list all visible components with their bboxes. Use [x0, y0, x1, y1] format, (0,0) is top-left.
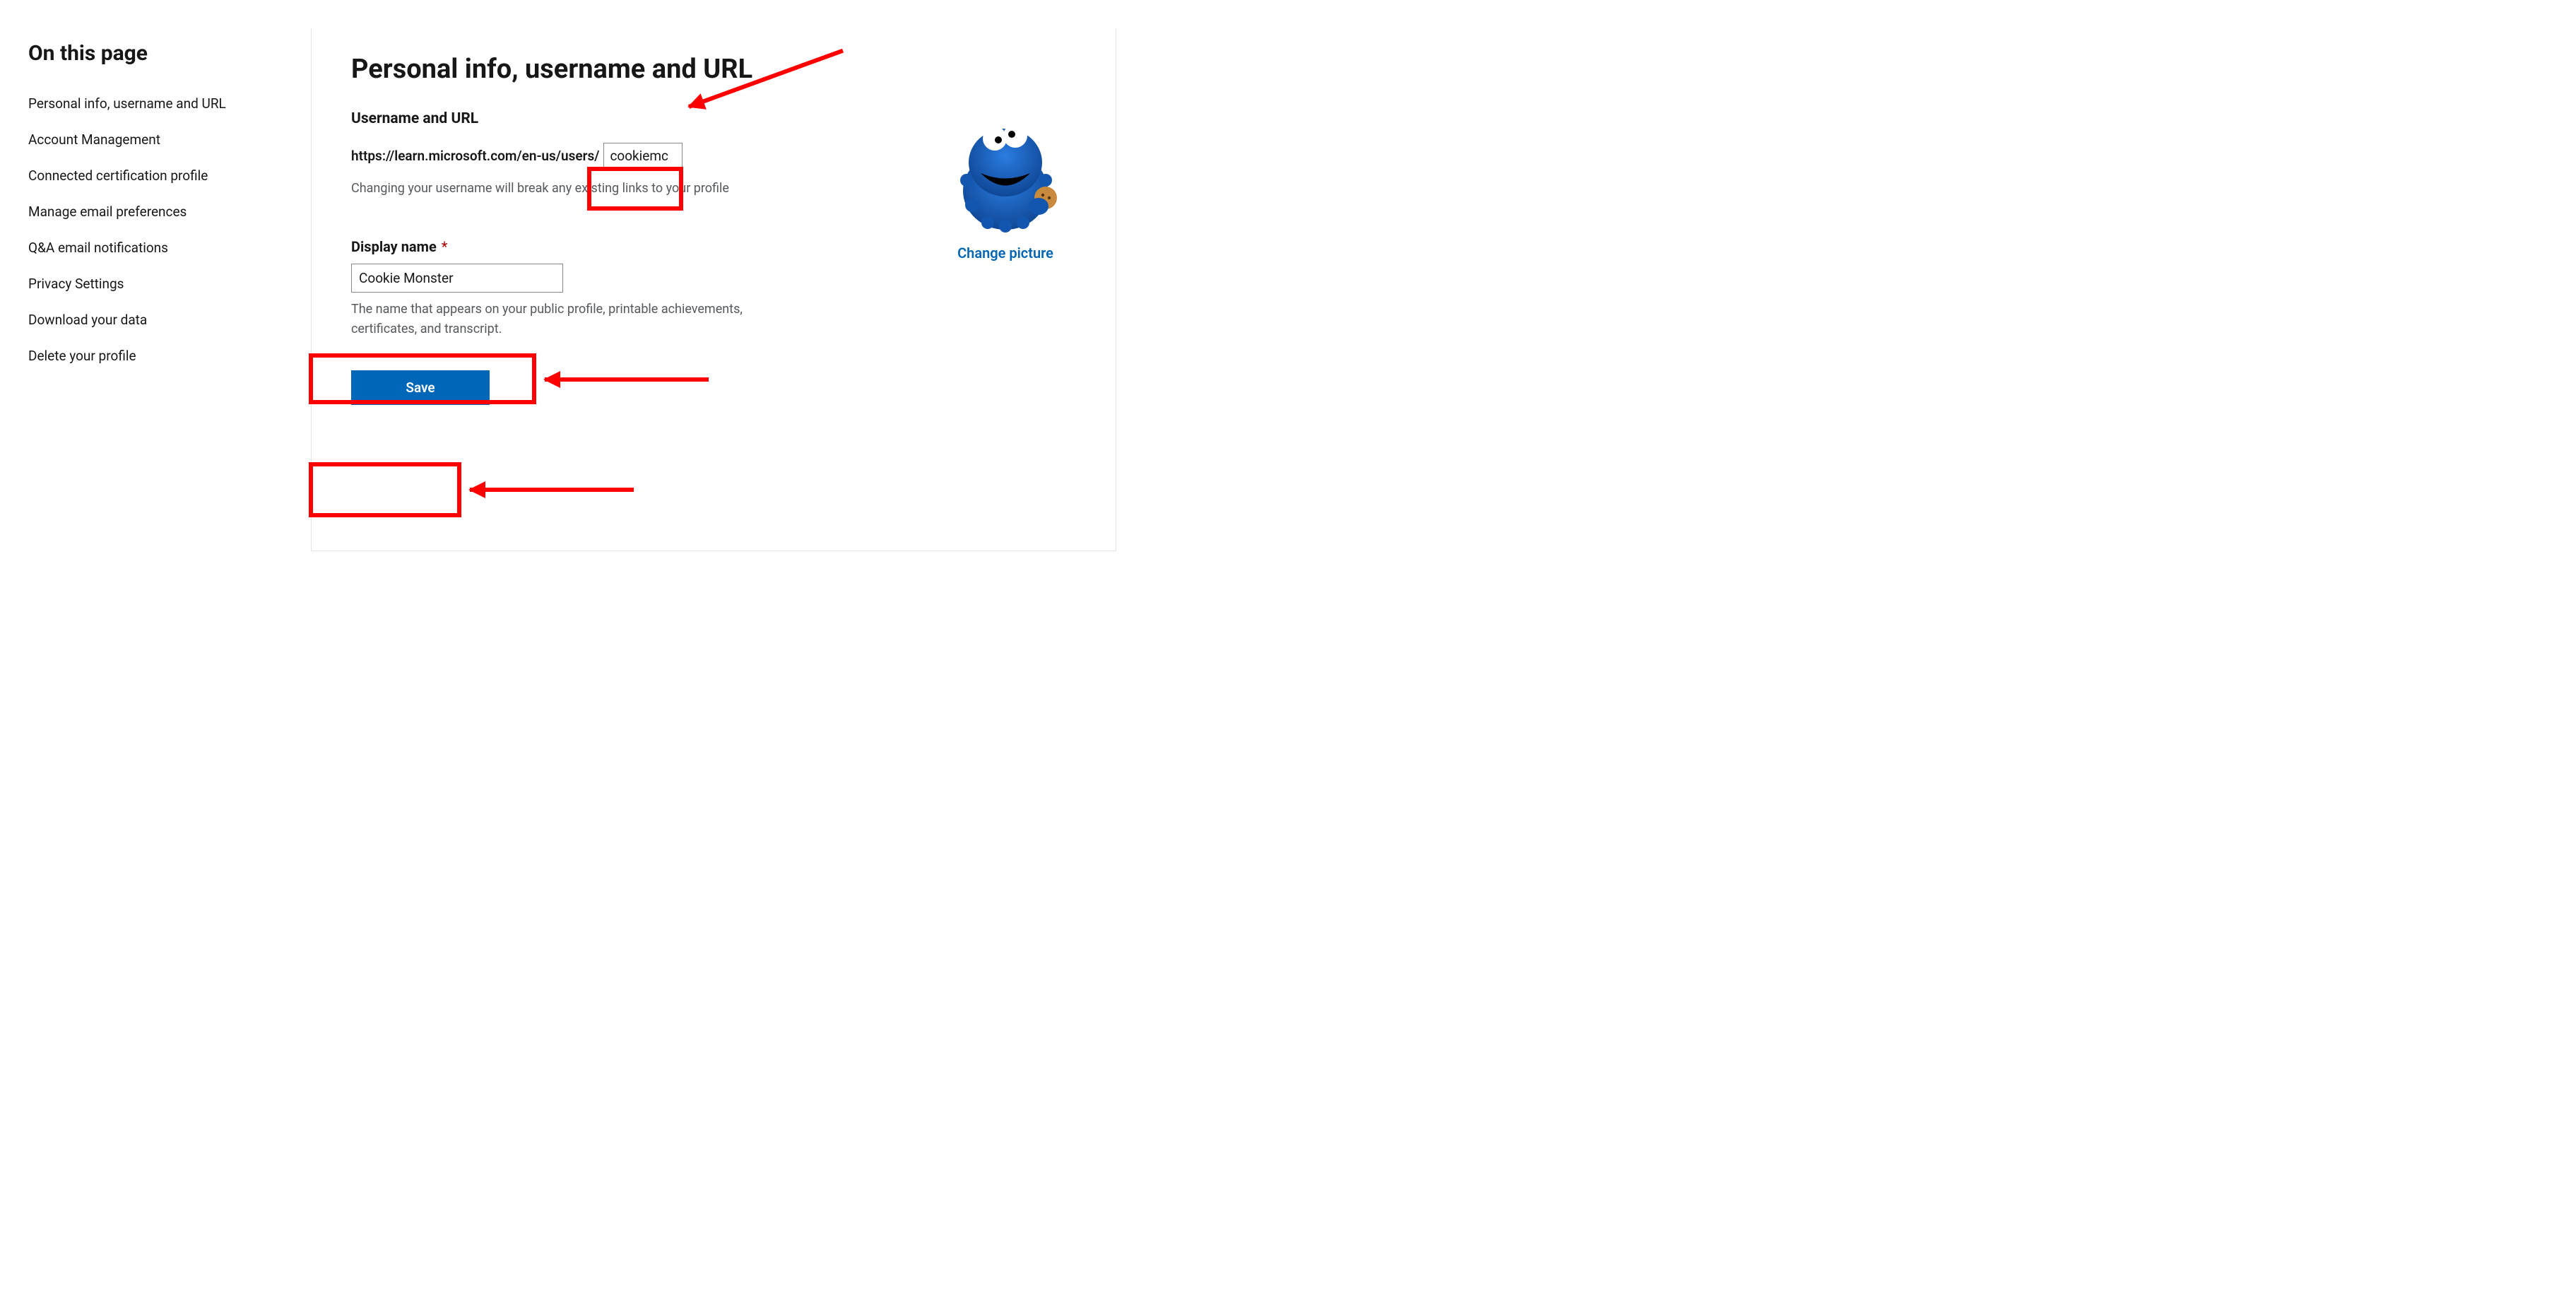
username-hint: Changing your username will break any ex… [351, 179, 747, 199]
annotation-arrow-save [470, 488, 634, 492]
sidebar-item-email-preferences[interactable]: Manage email preferences [28, 194, 283, 230]
change-picture-link[interactable]: Change picture [957, 245, 1053, 261]
username-input[interactable] [603, 143, 683, 169]
save-button[interactable]: Save [351, 370, 490, 405]
sidebar-item-personal-info[interactable]: Personal info, username and URL [28, 86, 283, 122]
display-name-input[interactable] [351, 264, 563, 293]
required-asterisk: * [442, 238, 448, 255]
annotation-box-save [309, 462, 461, 517]
sidebar-item-privacy-settings[interactable]: Privacy Settings [28, 266, 283, 302]
sidebar-heading: On this page [28, 41, 283, 66]
on-this-page-nav: On this page Personal info, username and… [28, 28, 283, 374]
display-name-hint: The name that appears on your public pro… [351, 300, 747, 339]
sidebar-item-delete-profile[interactable]: Delete your profile [28, 338, 283, 374]
sidebar-item-connected-certification[interactable]: Connected certification profile [28, 158, 283, 194]
display-name-label: Display name * [351, 238, 885, 255]
profile-url-prefix: https://learn.microsoft.com/en-us/users/ [351, 148, 599, 164]
settings-panel: Personal info, username and URL Username… [311, 28, 1116, 551]
sidebar-item-download-data[interactable]: Download your data [28, 302, 283, 338]
avatar-image [945, 113, 1065, 233]
sidebar-item-qa-notifications[interactable]: Q&A email notifications [28, 230, 283, 266]
page-title: Personal info, username and URL [351, 54, 1076, 85]
display-name-label-text: Display name [351, 238, 437, 255]
sidebar-item-account-management[interactable]: Account Management [28, 122, 283, 158]
username-heading: Username and URL [351, 110, 885, 127]
